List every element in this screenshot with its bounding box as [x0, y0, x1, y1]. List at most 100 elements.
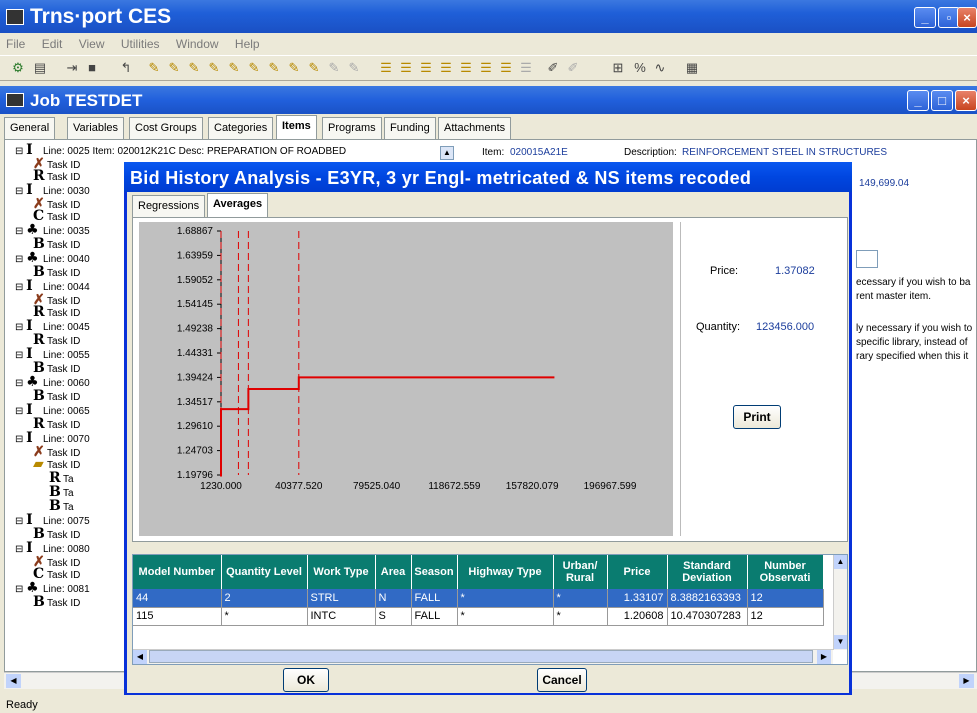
column-header[interactable]: Highway Type [457, 555, 554, 589]
grid-vertical-scrollbar[interactable]: ▲ ▼ [833, 555, 847, 650]
tree-task[interactable]: R Task ID [33, 305, 80, 319]
scroll-left-icon[interactable]: ◀ [6, 674, 21, 688]
tab-funding[interactable]: Funding [384, 117, 436, 139]
column-header[interactable]: Price [607, 555, 668, 589]
tab-attachments[interactable]: Attachments [438, 117, 512, 139]
tree-task[interactable]: R Task ID [33, 333, 80, 347]
tab-general[interactable]: General [4, 117, 56, 139]
column-header[interactable]: Work Type [307, 555, 376, 589]
pencil-icon[interactable]: ✎ [246, 60, 262, 76]
tree-task[interactable]: C Task ID [33, 209, 80, 223]
catalog-icon[interactable]: ⚙ [10, 60, 26, 76]
job-minimize-icon[interactable]: _ [907, 90, 929, 111]
minimize-icon[interactable]: _ [914, 7, 936, 28]
job-maximize-icon[interactable]: □ [931, 90, 953, 111]
cancel-button[interactable]: Cancel [537, 668, 587, 692]
brush-icon[interactable]: ✐ [545, 60, 561, 76]
tree-line[interactable]: ⊟ ♣ Line: 0060 [15, 375, 90, 389]
grid-scroll-down-icon[interactable]: ▼ [834, 635, 847, 649]
tree-line[interactable]: ⊟ I Line: 0030 [15, 183, 90, 197]
job-close-icon[interactable]: × [955, 90, 977, 111]
tree-task[interactable]: B Task ID [33, 595, 80, 609]
pencil-icon[interactable]: ✎ [266, 60, 282, 76]
chart-icon[interactable]: ∿ [652, 60, 668, 76]
print-button[interactable]: Print [733, 405, 781, 429]
table-icon[interactable]: ▦ [684, 60, 700, 76]
column-header[interactable]: Model Number [133, 555, 222, 589]
tree-line[interactable]: ⊟ ♣ Line: 0081 [15, 581, 90, 595]
menu-edit[interactable]: Edit [42, 37, 63, 51]
pencil-icon[interactable]: ✎ [306, 60, 322, 76]
list-edit-icon[interactable]: ☰ [458, 60, 474, 76]
tree-task[interactable]: C Task ID [33, 567, 80, 581]
open-icon[interactable]: ▤ [32, 60, 48, 76]
tree-line[interactable]: ⊟ I Line: 0044 [15, 279, 90, 293]
list-edit-icon[interactable]: ☰ [498, 60, 514, 76]
percent-icon[interactable]: % [632, 60, 648, 76]
tab-categories[interactable]: Categories [208, 117, 274, 139]
menu-window[interactable]: Window [176, 37, 219, 51]
grid-scroll-up-icon[interactable]: ▲ [834, 555, 847, 569]
menu-view[interactable]: View [79, 37, 105, 51]
close-icon[interactable]: × [957, 7, 977, 28]
tab-regressions[interactable]: Regressions [132, 195, 206, 217]
column-header[interactable]: Number Observati [747, 555, 824, 589]
list-edit-icon[interactable]: ☰ [378, 60, 394, 76]
list-edit-icon[interactable]: ☰ [478, 60, 494, 76]
menu-file[interactable]: File [6, 37, 25, 51]
tab-cost-groups[interactable]: Cost Groups [129, 117, 203, 139]
grid-scroll-thumb[interactable] [149, 650, 813, 663]
tree-scroll-up-icon[interactable]: ▲ [440, 146, 454, 160]
pencil-icon[interactable]: ✎ [186, 60, 202, 76]
tab-averages[interactable]: Averages [207, 193, 269, 217]
pencil-icon[interactable]: ✎ [146, 60, 162, 76]
save-icon[interactable]: ■ [84, 60, 100, 76]
tree-line[interactable]: ⊟ I Line: 0080 [15, 541, 90, 555]
text-input[interactable] [856, 250, 878, 268]
grid-scroll-right-icon[interactable]: ▶ [817, 650, 831, 664]
scroll-right-icon[interactable]: ▶ [959, 674, 974, 688]
column-header[interactable]: Quantity Level [221, 555, 308, 589]
import-icon[interactable]: ⇥ [64, 60, 80, 76]
column-header[interactable]: Area [375, 555, 412, 589]
toggle-icon[interactable]: ⊞ [610, 60, 626, 76]
tree-line[interactable]: ⊟ I Line: 0065 [15, 403, 90, 417]
list-edit-icon[interactable]: ☰ [438, 60, 454, 76]
tree-line[interactable]: ⊟ I Line: 0070 [15, 431, 90, 445]
column-header[interactable]: Standard Deviation [667, 555, 748, 589]
tree-line[interactable]: ⊟ ♣ Line: 0035 [15, 223, 90, 237]
pencil-icon[interactable]: ✎ [226, 60, 242, 76]
tree-task[interactable]: B Task ID [33, 389, 80, 403]
tree-task[interactable]: B Task ID [33, 527, 80, 541]
tree-line[interactable]: ⊟ ♣ Line: 0040 [15, 251, 90, 265]
up-icon[interactable]: ↰ [118, 60, 134, 76]
tree-line[interactable]: ⊟ I Line: 0045 [15, 319, 90, 333]
ok-button[interactable]: OK [283, 668, 329, 692]
table-row[interactable]: 115 * INTC S FALL * * 1.20608 10.470307283 12 [133, 607, 824, 626]
tree-subtask[interactable]: B Ta [49, 499, 74, 513]
pencil-icon[interactable]: ✎ [206, 60, 222, 76]
column-header[interactable]: Season [411, 555, 458, 589]
menu-utilities[interactable]: Utilities [121, 37, 160, 51]
tree-line[interactable]: ⊟ I Line: 0075 [15, 513, 90, 527]
menu-help[interactable]: Help [235, 37, 260, 51]
grid-scroll-left-icon[interactable]: ◀ [133, 650, 147, 664]
table-row[interactable]: 44 2 STRL N FALL * * 1.33107 8.3882163393 12 [133, 589, 824, 608]
tree-line[interactable]: ⊟ I Line: 0055 [15, 347, 90, 361]
pencil-icon[interactable]: ✎ [286, 60, 302, 76]
description-label: Description: [624, 147, 677, 158]
tab-items[interactable]: Items [276, 115, 317, 139]
grid-horizontal-scrollbar[interactable]: ◀ ▶ [133, 649, 833, 664]
tree-task[interactable]: B Task ID [33, 237, 80, 251]
tree-task[interactable]: R Task ID [33, 169, 80, 183]
tree-task[interactable]: B Task ID [33, 361, 80, 375]
tree-task[interactable]: B Task ID [33, 265, 80, 279]
tab-programs[interactable]: Programs [322, 117, 382, 139]
tab-variables[interactable]: Variables [67, 117, 125, 139]
column-header[interactable]: Urban/ Rural [553, 555, 608, 589]
list-edit-icon[interactable]: ☰ [398, 60, 414, 76]
list-edit-icon[interactable]: ☰ [418, 60, 434, 76]
pencil-icon[interactable]: ✎ [166, 60, 182, 76]
tree-task[interactable]: R Task ID [33, 417, 80, 431]
tree-line[interactable]: ⊟ I Line: 0025 Item: 020012K21C Desc: PR… [15, 143, 346, 157]
